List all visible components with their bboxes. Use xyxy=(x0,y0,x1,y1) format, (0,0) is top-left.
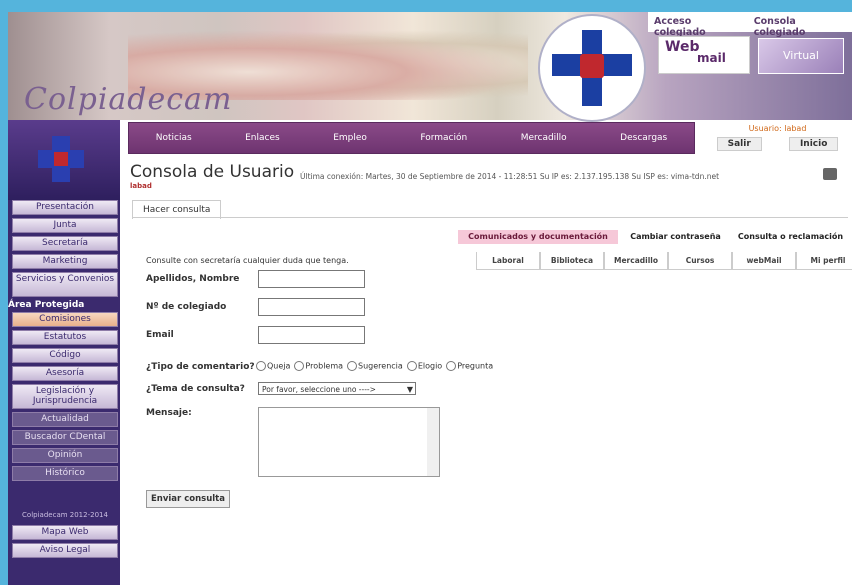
radio-queja[interactable]: Queja xyxy=(256,361,290,371)
cross-icon xyxy=(38,136,84,182)
sidebar-item-actualidad[interactable]: Actualidad xyxy=(12,412,118,427)
sidebar-item-asesoria[interactable]: Asesoría xyxy=(12,366,118,381)
tab-comunicados[interactable]: Comunicados y documentación xyxy=(458,230,618,244)
cross-icon xyxy=(552,30,632,106)
webmail-button[interactable]: Web mail xyxy=(658,36,750,74)
chevron-down-icon: ▼ xyxy=(406,385,413,394)
username-label: labad xyxy=(130,182,152,190)
sidebar-item-presentacion[interactable]: Presentación xyxy=(12,200,118,215)
sidebar-item-aviso-legal[interactable]: Aviso Legal xyxy=(12,543,118,558)
sidebar-item-opinion[interactable]: Opinión xyxy=(12,448,118,463)
nav-descargas[interactable]: Descargas xyxy=(620,133,667,143)
email-field[interactable] xyxy=(258,326,365,344)
sidebar-item-marketing[interactable]: Marketing xyxy=(12,254,118,269)
subtab-webmail[interactable]: webMail xyxy=(732,252,796,270)
subtabs: Laboral Biblioteca Mercadillo Cursos web… xyxy=(476,252,852,270)
link-consola[interactable]: Consola colegiado xyxy=(748,12,852,38)
sidebar-item-mapa-web[interactable]: Mapa Web xyxy=(12,525,118,540)
name-input[interactable] xyxy=(258,270,365,288)
home-button[interactable]: Inicio xyxy=(788,137,839,151)
send-button[interactable]: Enviar consulta xyxy=(146,490,230,508)
message-textarea[interactable] xyxy=(258,407,440,477)
radio-problema[interactable]: Problema xyxy=(294,361,343,371)
crest-logo xyxy=(538,14,646,122)
topic-label: ¿Tema de consulta? xyxy=(146,384,245,394)
sidebar-item-secretaria[interactable]: Secretaría xyxy=(12,236,118,251)
page-title: Consola de Usuario xyxy=(130,162,295,182)
textarea-scrollbar[interactable] xyxy=(427,408,439,476)
user-box: Usuario: labad Salir Inicio xyxy=(703,120,852,156)
sidebar-item-codigo[interactable]: Código xyxy=(12,348,118,363)
sidebar-section-title: Área Protegida xyxy=(8,300,85,310)
number-label: Nº de colegiado xyxy=(146,302,227,312)
webmail-label-b: mail xyxy=(697,51,726,65)
sidebar-item-servicios[interactable]: Servicios y Convenios xyxy=(12,272,118,297)
type-radios: Queja Problema Sugerencia Elogio Pregunt… xyxy=(256,361,493,371)
subtab-mercadillo[interactable]: Mercadillo xyxy=(604,252,668,270)
page-frame: Colpiadecam Acceso colegiado Consola col… xyxy=(8,12,852,585)
radio-elogio[interactable]: Elogio xyxy=(406,361,442,371)
sidebar-item-estatutos[interactable]: Estatutos xyxy=(12,330,118,345)
sidebar-item-junta[interactable]: Junta xyxy=(12,218,118,233)
sidebar-item-comisiones[interactable]: Comisiones xyxy=(12,312,118,327)
subtab-cursos[interactable]: Cursos xyxy=(668,252,732,270)
radio-pregunta[interactable]: Pregunta xyxy=(446,361,493,371)
subtab-laboral[interactable]: Laboral xyxy=(476,252,540,270)
site-logo[interactable]: Colpiadecam xyxy=(24,82,232,117)
sidebar-copyright: Colpiadecam 2012-2014 xyxy=(22,511,108,519)
top-links: Acceso colegiado Consola colegiado xyxy=(648,12,852,38)
link-acceso[interactable]: Acceso colegiado xyxy=(648,12,748,38)
sidebar-item-buscador[interactable]: Buscador CDental xyxy=(12,430,118,445)
nav-noticias[interactable]: Noticias xyxy=(156,133,192,143)
main-nav: Noticias Enlaces Empleo Formación Mercad… xyxy=(128,122,695,154)
nav-mercadillo[interactable]: Mercadillo xyxy=(521,133,567,143)
number-input[interactable] xyxy=(258,298,365,316)
logout-button[interactable]: Salir xyxy=(716,137,762,151)
topic-select[interactable]: Por favor, seleccione uno ----> ▼ xyxy=(258,382,416,395)
sidebar-menu: Presentación Junta Secretaría Marketing … xyxy=(8,200,118,561)
user-label: Usuario: labad xyxy=(748,124,807,133)
radio-sugerencia[interactable]: Sugerencia xyxy=(347,361,403,371)
virtual-button[interactable]: Virtual xyxy=(758,38,844,74)
tab-cambiar-contrasena[interactable]: Cambiar contraseña xyxy=(618,230,733,244)
intro-text: Consulte con secretaría cualquier duda q… xyxy=(146,256,349,265)
nav-enlaces[interactable]: Enlaces xyxy=(245,133,280,143)
email-label: Email xyxy=(146,330,174,340)
tab-consulta-reclamacion[interactable]: Consulta o reclamación xyxy=(733,230,848,244)
nav-formacion[interactable]: Formación xyxy=(420,133,467,143)
subtab-biblioteca[interactable]: Biblioteca xyxy=(540,252,604,270)
sidebar-item-legislacion[interactable]: Legislación y Jurisprudencia xyxy=(12,384,118,409)
topic-select-value: Por favor, seleccione uno ----> xyxy=(262,385,376,394)
connection-info: Última conexión: Martes, 30 de Septiembr… xyxy=(300,172,720,181)
message-label: Mensaje: xyxy=(146,408,192,418)
nav-empleo[interactable]: Empleo xyxy=(333,133,367,143)
subtab-mi-perfil[interactable]: Mi perfil xyxy=(796,252,852,270)
header-banner: Colpiadecam Acceso colegiado Consola col… xyxy=(8,12,852,122)
webmail-label-a: Web xyxy=(665,39,700,55)
sidebar-item-historico[interactable]: Histórico xyxy=(12,466,118,481)
type-label: ¿Tipo de comentario? xyxy=(146,362,255,372)
name-label: Apellidos, Nombre xyxy=(146,274,240,284)
print-icon[interactable] xyxy=(823,168,837,180)
